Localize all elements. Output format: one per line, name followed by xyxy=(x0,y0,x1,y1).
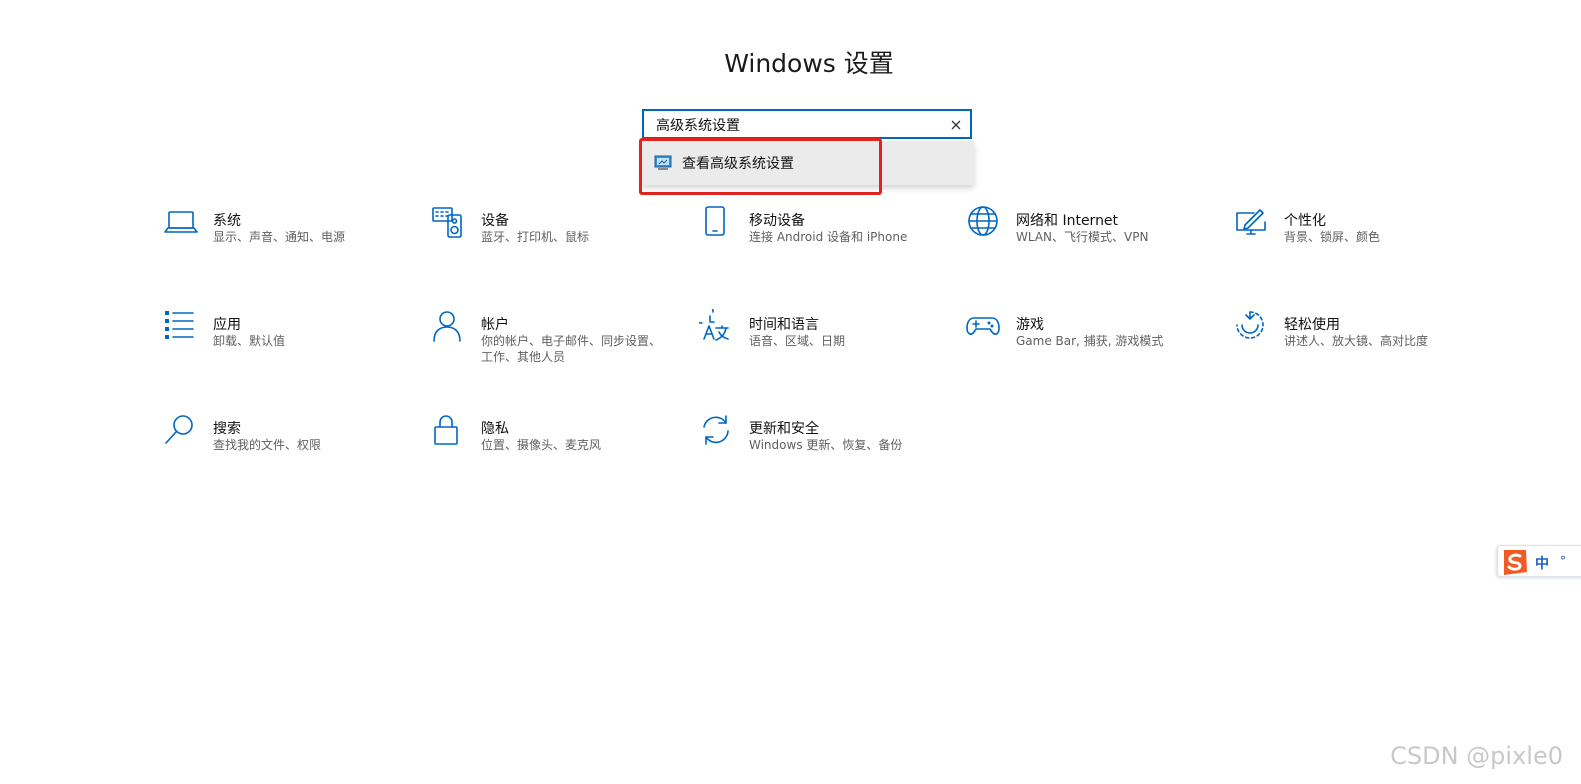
category-name: 更新和安全 xyxy=(749,421,819,437)
category-search[interactable]: 搜索 查找我的文件、权限 xyxy=(163,413,413,473)
monitor-settings-icon xyxy=(654,155,672,171)
ease-of-access-icon xyxy=(1234,309,1270,345)
ime-punctuation-indicator: ° xyxy=(1560,554,1566,568)
category-desc: Windows 更新、恢复、备份 xyxy=(749,438,903,452)
ime-mode-label: 中 xyxy=(1535,556,1549,572)
person-icon xyxy=(431,309,467,345)
lock-icon xyxy=(431,413,467,449)
phone-icon xyxy=(699,205,735,241)
category-name: 网络和 Internet xyxy=(1016,213,1119,229)
category-desc: 显示、声音、通知、电源 xyxy=(213,230,346,244)
category-name: 隐私 xyxy=(481,421,509,437)
category-gaming[interactable]: 游戏 Game Bar, 捕获, 游戏模式 xyxy=(966,309,1216,369)
category-desc: 位置、摄像头、麦克风 xyxy=(481,438,602,452)
paint-monitor-icon xyxy=(1234,205,1270,241)
category-devices[interactable]: 设备 蓝牙、打印机、鼠标 xyxy=(431,205,681,265)
time-language-icon xyxy=(690,300,735,345)
category-desc: 查找我的文件、权限 xyxy=(213,438,322,452)
category-name: 时间和语言 xyxy=(749,317,819,333)
category-name: 帐户 xyxy=(481,317,509,333)
category-apps[interactable]: 应用 卸载、默认值 xyxy=(163,309,413,369)
category-desc: 语音、区域、日期 xyxy=(749,334,846,348)
category-desc: 背景、锁屏、颜色 xyxy=(1284,230,1381,244)
ime-indicator[interactable]: 中 ° xyxy=(1497,545,1581,577)
category-personalization[interactable]: 个性化 背景、锁屏、颜色 xyxy=(1234,205,1484,265)
globe-icon xyxy=(966,205,1002,241)
suggestion-label: 查看高级系统设置 xyxy=(682,156,794,172)
category-network[interactable]: 网络和 Internet WLAN、飞行模式、VPN xyxy=(966,205,1216,265)
settings-window: Windows 设置 查看高级系统设置 xyxy=(0,0,1581,784)
category-desc: 你的帐户、电子邮件、同步设置、工作、其他人员 xyxy=(481,334,662,364)
category-phone[interactable]: 移动设备 连接 Android 设备和 iPhone xyxy=(699,205,949,265)
category-name: 游戏 xyxy=(1016,317,1044,333)
category-desc: Game Bar, 捕获, 游戏模式 xyxy=(1016,334,1164,348)
category-desc: 讲述人、放大镜、高对比度 xyxy=(1284,334,1429,348)
sogou-logo-icon xyxy=(1500,547,1530,577)
category-name: 个性化 xyxy=(1284,213,1326,229)
page-title: Windows 设置 xyxy=(724,49,894,78)
category-update-security[interactable]: 更新和安全 Windows 更新、恢复、备份 xyxy=(699,413,949,473)
sync-arrows-icon xyxy=(699,413,735,449)
category-system[interactable]: 系统 显示、声音、通知、电源 xyxy=(163,205,413,265)
clear-search-icon[interactable] xyxy=(946,115,966,135)
search-box[interactable] xyxy=(642,109,972,139)
keyboard-speaker-icon xyxy=(431,205,467,241)
category-desc: 蓝牙、打印机、鼠标 xyxy=(481,230,590,244)
category-accounts[interactable]: 帐户 你的帐户、电子邮件、同步设置、工作、其他人员 xyxy=(431,309,681,369)
category-time-language[interactable]: 时间和语言 语音、区域、日期 xyxy=(690,300,949,369)
laptop-icon xyxy=(163,205,199,241)
category-name: 设备 xyxy=(481,213,509,229)
watermark: CSDN @pixle0 xyxy=(1390,742,1563,770)
search-suggestions: 查看高级系统设置 xyxy=(642,141,974,185)
category-desc: 卸载、默认值 xyxy=(213,334,286,348)
category-name: 搜索 xyxy=(213,421,241,437)
category-desc: 连接 Android 设备和 iPhone xyxy=(749,230,908,244)
gamepad-icon xyxy=(966,309,1002,345)
category-ease-of-access[interactable]: 轻松使用 讲述人、放大镜、高对比度 xyxy=(1234,309,1484,369)
category-name: 应用 xyxy=(213,317,241,333)
app-list-icon xyxy=(163,309,199,345)
search-input[interactable] xyxy=(656,114,936,136)
search-icon xyxy=(163,413,199,449)
suggestion-item[interactable]: 查看高级系统设置 xyxy=(642,141,974,185)
category-name: 系统 xyxy=(213,213,241,229)
category-name: 移动设备 xyxy=(749,213,805,229)
category-name: 轻松使用 xyxy=(1284,317,1340,333)
category-desc: WLAN、飞行模式、VPN xyxy=(1016,230,1149,244)
category-privacy[interactable]: 隐私 位置、摄像头、麦克风 xyxy=(431,413,681,473)
